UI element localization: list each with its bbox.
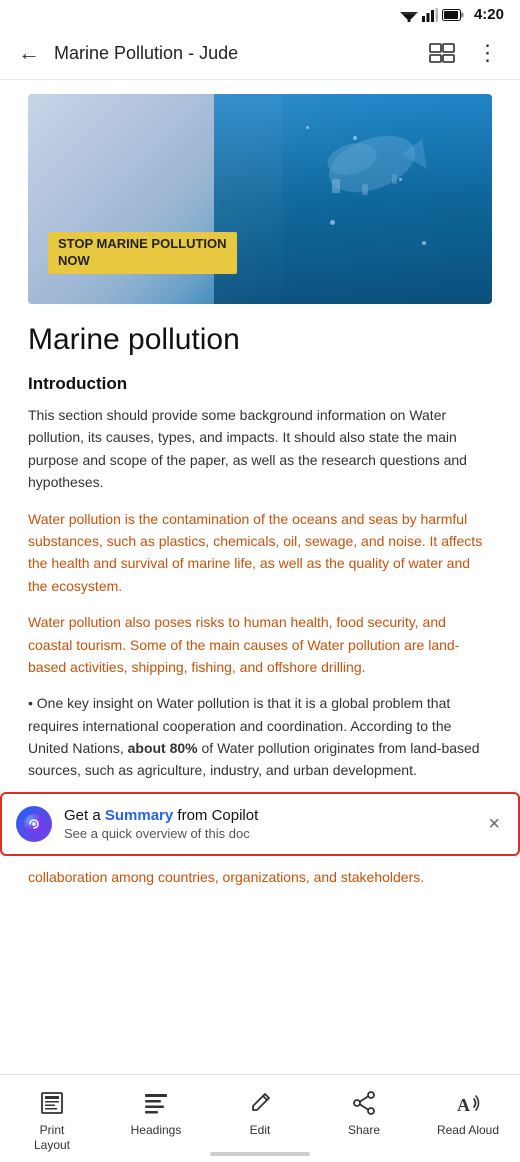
toolbar-spacer [0, 888, 520, 1008]
edit-icon [247, 1087, 273, 1119]
para-orange-1: Water pollution is the contamination of … [28, 508, 492, 598]
section-intro-title: Introduction [28, 374, 492, 394]
back-button[interactable]: ← [14, 36, 44, 70]
read-aloud-icon: A [454, 1087, 482, 1119]
toolbar-item-print-layout[interactable]: Print Layout [12, 1083, 92, 1158]
more-icon: ⋮ [477, 42, 500, 64]
copilot-subtitle: See a quick overview of this doc [64, 826, 472, 841]
status-time: 4:20 [474, 6, 504, 23]
headings-label: Headings [131, 1123, 182, 1139]
document-title-nav: Marine Pollution - Jude [54, 43, 414, 64]
signal-icon [422, 8, 438, 22]
print-layout-label: Print Layout [34, 1123, 70, 1154]
status-bar: 4:20 [0, 0, 520, 27]
view-button[interactable] [424, 35, 460, 71]
headings-icon [142, 1087, 170, 1119]
share-icon [351, 1087, 377, 1119]
read-aloud-label: Read Aloud [437, 1123, 499, 1139]
view-icon [428, 42, 456, 64]
copilot-banner[interactable]: Get a Summary from Copilot See a quick o… [0, 792, 520, 856]
doc-main-title: Marine pollution [28, 322, 492, 358]
copilot-close-button[interactable]: × [484, 810, 504, 838]
copilot-title-prefix: Get a [64, 807, 105, 824]
copilot-text-area: Get a Summary from Copilot See a quick o… [64, 807, 472, 841]
print-layout-icon [38, 1087, 66, 1119]
toolbar-item-edit[interactable]: Edit [220, 1083, 300, 1143]
para-mixed-1: • One key insight on Water pollution is … [28, 692, 492, 782]
svg-text:A: A [457, 1095, 470, 1115]
more-button[interactable]: ⋮ [470, 35, 506, 71]
toolbar-item-read-aloud[interactable]: A Read Aloud [428, 1083, 508, 1143]
para-orange-2: Water pollution also poses risks to huma… [28, 611, 492, 678]
para-cutoff: collaboration among countries, organizat… [28, 866, 492, 888]
copilot-icon [16, 806, 52, 842]
hero-banner-line1: STOP MARINE POLLUTION [58, 236, 227, 253]
status-icons [400, 8, 464, 22]
para-mixed-bold: about 80% [128, 740, 198, 756]
doc-area-after-banner: collaboration among countries, organizat… [0, 866, 520, 888]
copilot-summary-word: Summary [105, 807, 173, 824]
toolbar-item-headings[interactable]: Headings [116, 1083, 196, 1143]
toolbar-item-share[interactable]: Share [324, 1083, 404, 1143]
copilot-banner-wrapper: Get a Summary from Copilot See a quick o… [0, 792, 520, 856]
copilot-title-suffix: from Copilot [173, 807, 258, 824]
edit-label: Edit [250, 1123, 271, 1139]
share-label: Share [348, 1123, 380, 1139]
hero-image: STOP MARINE POLLUTION NOW [28, 94, 492, 304]
nav-bar: ← Marine Pollution - Jude ⋮ [0, 27, 520, 80]
wifi-icon [400, 8, 418, 22]
battery-icon [442, 9, 464, 21]
copilot-logo [23, 813, 45, 835]
hero-banner-line2: NOW [58, 253, 227, 270]
bottom-toolbar: Print Layout Headings Edit [0, 1074, 520, 1162]
hero-banner-box: STOP MARINE POLLUTION NOW [48, 232, 237, 274]
intro-paragraph: This section should provide some backgro… [28, 404, 492, 494]
document-area: STOP MARINE POLLUTION NOW Marine polluti… [0, 94, 520, 782]
document-scroll-area: STOP MARINE POLLUTION NOW Marine polluti… [0, 80, 520, 1018]
copilot-title: Get a Summary from Copilot [64, 807, 472, 824]
